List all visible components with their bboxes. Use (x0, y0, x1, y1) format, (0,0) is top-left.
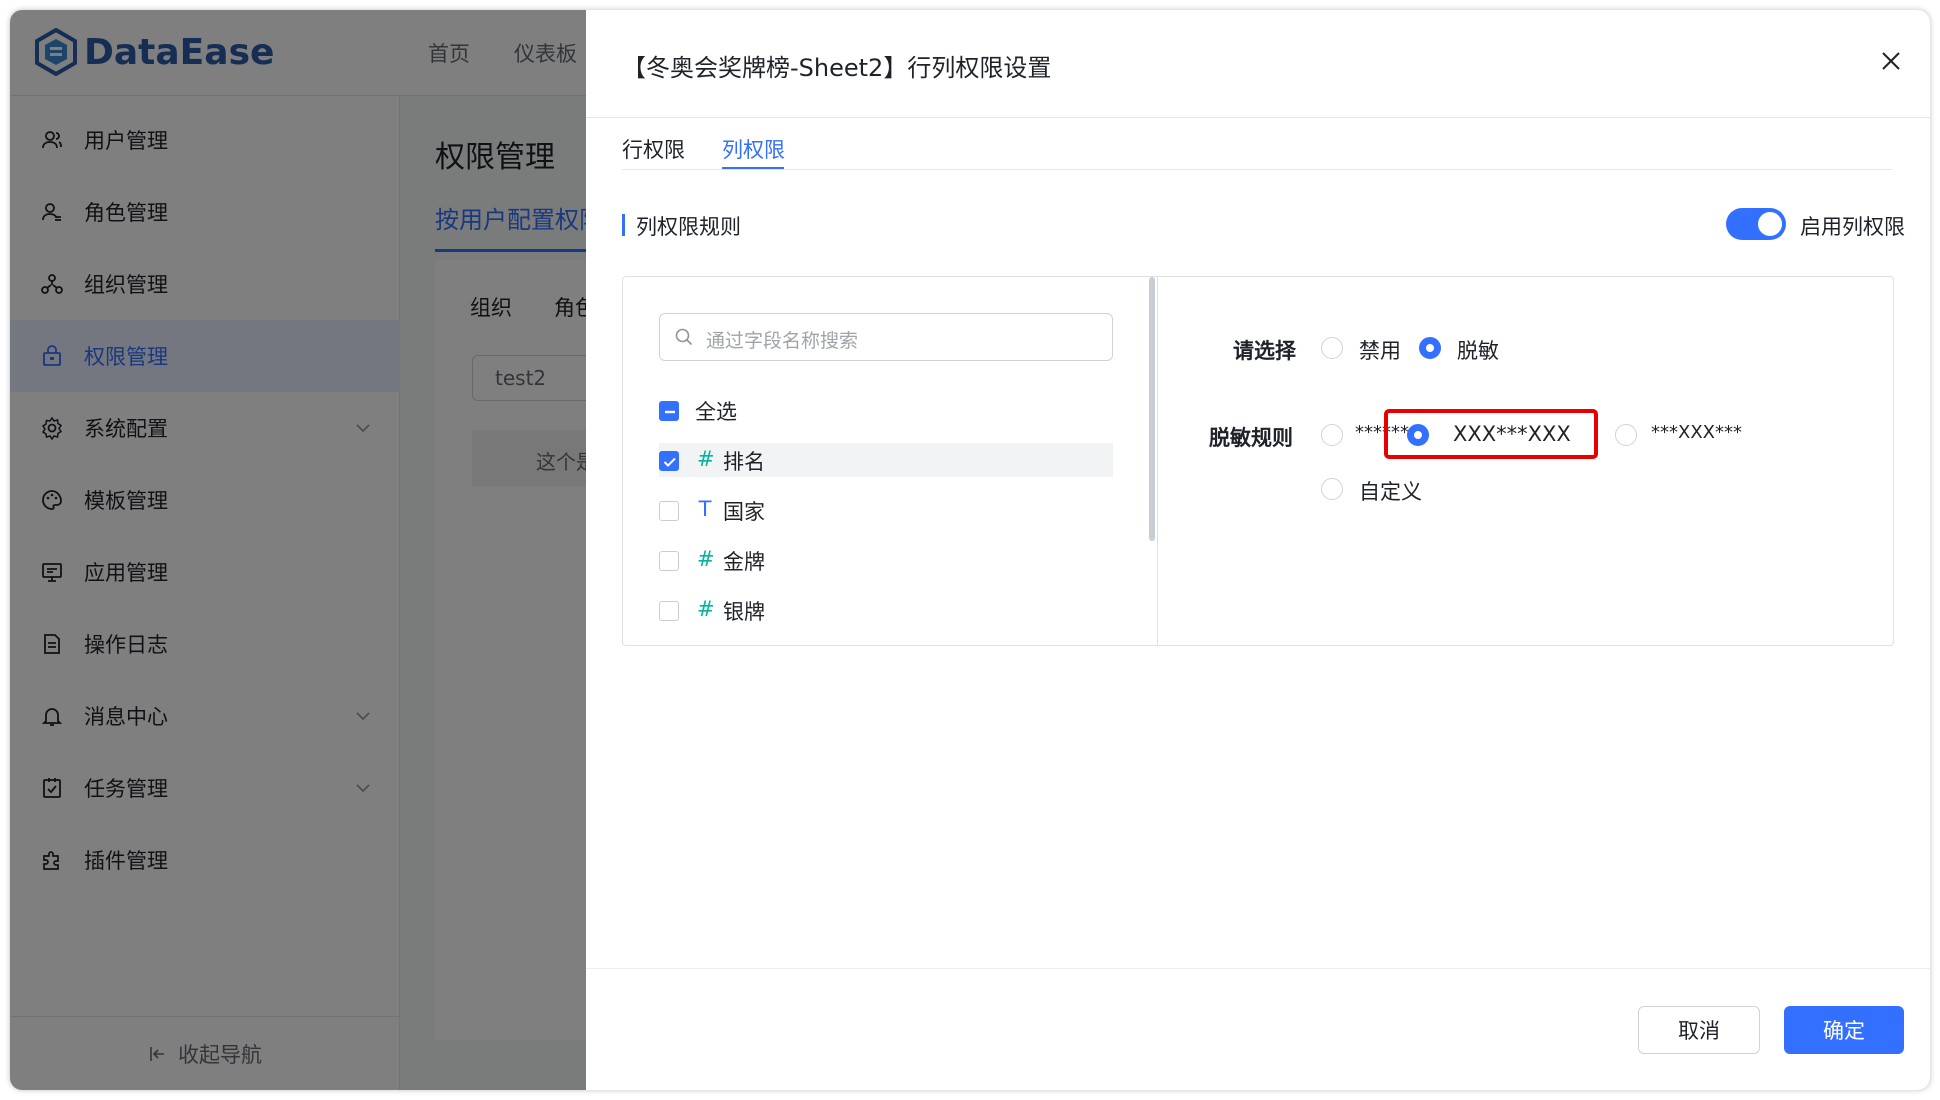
field-row[interactable]: # 银牌 (659, 593, 1113, 627)
number-type-icon: # (697, 447, 715, 471)
rule-custom-label: 自定义 (1359, 480, 1422, 504)
radio-desensitize[interactable] (1419, 337, 1441, 359)
choose-label: 请选择 (1233, 339, 1296, 363)
field-checkbox[interactable] (659, 501, 679, 521)
radio-rule-all-mask[interactable] (1321, 424, 1343, 446)
field-name: 国家 (723, 500, 765, 524)
section-marker (622, 214, 625, 236)
rule-edge-mask-label: ***XXX*** (1651, 422, 1742, 443)
section-title: 列权限规则 (636, 215, 741, 239)
field-checkbox[interactable] (659, 551, 679, 571)
footer-divider (586, 968, 1930, 969)
select-all-checkbox[interactable] (659, 401, 679, 421)
select-all-row[interactable]: 全选 (659, 393, 1113, 427)
app-window: DataEase 首页 仪表板 用户管理 角色管理 组织管理 权限管理 系统配置 (10, 10, 1930, 1090)
drawer-title: 【冬奥会奖牌榜-Sheet2】行列权限设置 (622, 54, 1052, 82)
enable-column-permission-switch[interactable] (1726, 208, 1786, 240)
text-type-icon: T (698, 497, 712, 521)
radio-disable-label: 禁用 (1359, 339, 1401, 363)
radio-disable[interactable] (1321, 337, 1343, 359)
field-name: 银牌 (723, 600, 765, 624)
drawer-tabs: 行权限 列权限 (622, 118, 1892, 170)
indeterminate-icon (665, 410, 675, 414)
panel-divider (1157, 277, 1158, 645)
field-checkbox[interactable] (659, 601, 679, 621)
close-icon[interactable] (1876, 46, 1906, 76)
search-icon (675, 328, 693, 346)
field-row[interactable]: T 国家 (659, 493, 1113, 527)
field-row[interactable]: # 排名 (659, 443, 1113, 477)
radio-desensitize-label: 脱敏 (1457, 339, 1499, 363)
check-icon (663, 457, 676, 467)
tab-row-permission[interactable]: 行权限 (622, 134, 685, 164)
rule-label: 脱敏规则 (1209, 426, 1293, 450)
field-list-scrollbar[interactable] (1149, 277, 1155, 541)
field-search-input[interactable]: 通过字段名称搜索 (659, 313, 1113, 361)
search-placeholder: 通过字段名称搜索 (706, 330, 859, 352)
column-rule-panel: 通过字段名称搜索 全选 # 排名 T 国家 # 金牌 # 银牌 请选择 禁用 脱… (622, 276, 1894, 646)
select-all-label: 全选 (695, 400, 737, 424)
switch-label: 启用列权限 (1800, 215, 1905, 239)
switch-knob (1758, 212, 1782, 236)
permission-drawer: 【冬奥会奖牌榜-Sheet2】行列权限设置 行权限 列权限 列权限规则 启用列权… (586, 10, 1930, 1090)
confirm-button[interactable]: 确定 (1784, 1006, 1904, 1054)
field-checkbox[interactable] (659, 451, 679, 471)
cancel-button[interactable]: 取消 (1638, 1006, 1760, 1054)
field-name: 金牌 (723, 550, 765, 574)
radio-rule-custom[interactable] (1321, 478, 1343, 500)
field-row[interactable]: # 金牌 (659, 543, 1113, 577)
number-type-icon: # (697, 597, 715, 621)
active-tab-indicator (722, 167, 784, 169)
tab-column-permission[interactable]: 列权限 (722, 134, 785, 164)
radio-rule-edge-mask[interactable] (1615, 424, 1637, 446)
field-name: 排名 (723, 450, 765, 474)
number-type-icon: # (697, 547, 715, 571)
radio-rule-middle-mask[interactable] (1407, 424, 1429, 446)
rule-middle-mask-label: XXX***XXX (1453, 422, 1571, 446)
